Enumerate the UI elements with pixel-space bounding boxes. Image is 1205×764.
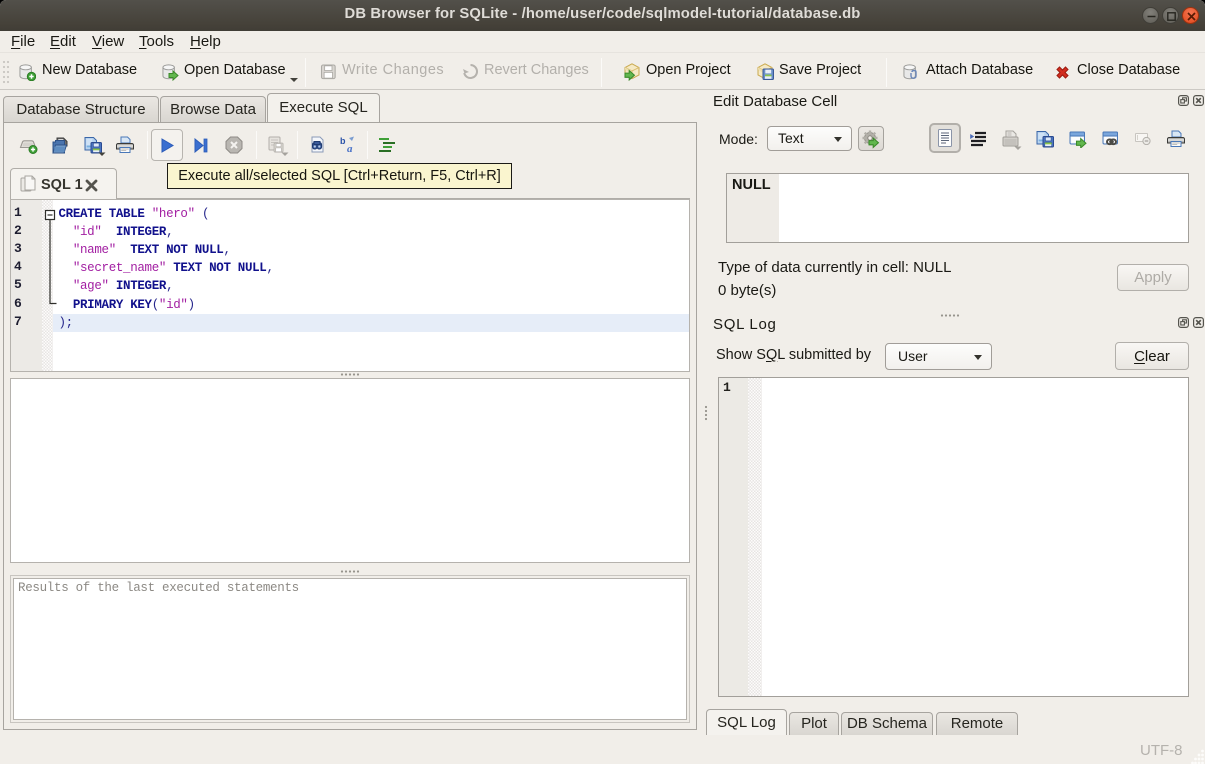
svg-text:a: a — [347, 143, 353, 154]
svg-text:b: b — [340, 136, 346, 146]
